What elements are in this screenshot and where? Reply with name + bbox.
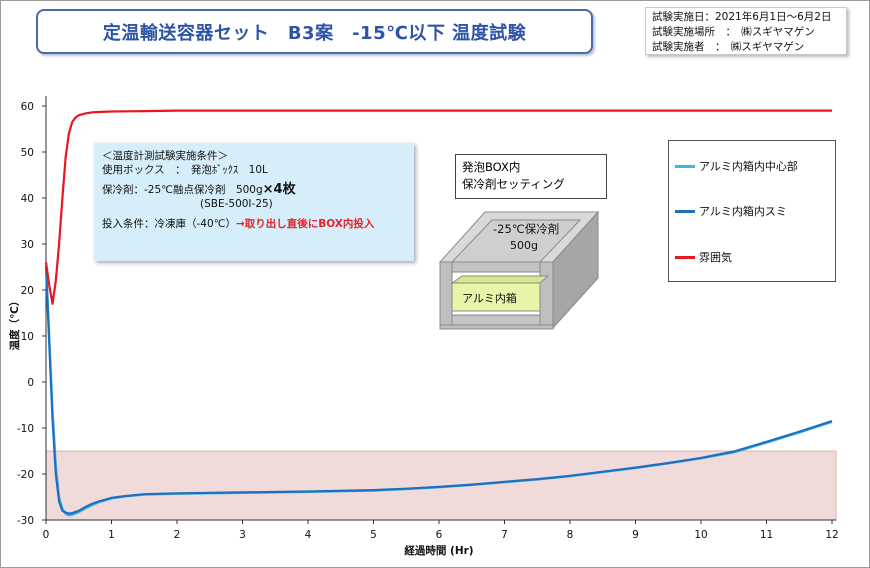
y-tick-label: -10 — [17, 423, 34, 435]
setting-line1: 発泡BOX内 — [462, 160, 521, 174]
x-tick-label: 0 — [43, 529, 50, 541]
legend: アルミ内箱内中心部 アルミ内箱内スミ 雰囲気 — [668, 140, 836, 282]
y-tick-label: -20 — [17, 469, 34, 481]
conditions-coolant-model: (SBE-500I-25) — [200, 198, 273, 210]
legend-swatch-ambient — [675, 255, 695, 259]
x-tick-label: 3 — [239, 529, 246, 541]
conditions-coolant-prefix: 保冷剤：-25℃融点保冷剤 500g — [102, 184, 263, 196]
legend-label-center: アルミ内箱内中心部 — [699, 160, 798, 173]
conditions-input-prefix: 投入条件：冷凍庫（-40℃） — [102, 218, 236, 230]
test-date: 試験実施日：2021年6月1日～6月2日 — [652, 11, 832, 23]
legend-item-corner: アルミ内箱内スミ — [675, 203, 787, 219]
x-tick-label: 6 — [436, 529, 443, 541]
chart-plot: -30-20-1001020304050600 1 2 3 4 5 6 7 8 9 10 11 12経過… — [8, 96, 839, 557]
setting-coolant-label: -25℃保冷剤 — [493, 222, 560, 236]
x-tick-label: 4 — [305, 529, 312, 541]
x-tick-label: 12 — [825, 529, 838, 541]
x-tick-label: 2 — [174, 529, 181, 541]
legend-item-center: アルミ内箱内中心部 — [675, 158, 798, 174]
target-range-band — [45, 450, 837, 521]
conditions-input: 投入条件：冷凍庫（-40℃）→取り出し直後にBOX内投入 — [102, 217, 406, 231]
conditions-coolant: 保冷剤：-25℃融点保冷剤 500g×4枚 — [102, 183, 406, 197]
conditions-heading: ＜温度計測試験実施条件＞ — [102, 150, 228, 162]
legend-swatch-center — [675, 164, 695, 168]
y-tick-label: 40 — [21, 193, 34, 205]
y-tick-label: 50 — [21, 147, 34, 159]
legend-label-ambient: 雰囲気 — [699, 251, 732, 264]
y-tick-label: 30 — [21, 239, 34, 251]
y-tick-label: 0 — [27, 377, 34, 389]
chart-title-box: 定温輸送容器セット B3案 -15℃以下 温度試験 — [36, 9, 593, 54]
chart-title: 定温輸送容器セット B3案 -15℃以下 温度試験 — [102, 22, 527, 44]
setting-inner-box-label: アルミ内箱 — [462, 292, 517, 305]
test-person: 試験実施者 ： ㈱スギヤマゲン — [652, 41, 805, 53]
x-tick-label: 7 — [501, 529, 508, 541]
legend-item-ambient: 雰囲気 — [675, 249, 732, 265]
y-axis-label: 温度（℃） — [8, 296, 21, 351]
test-place: 試験実施場所 ： ㈱スギヤマゲン — [652, 26, 815, 38]
legend-label-corner: アルミ内箱内スミ — [699, 205, 787, 218]
x-tick-label: 8 — [567, 529, 574, 541]
setting-coolant-weight: 500g — [510, 239, 538, 252]
legend-swatch-corner — [675, 209, 695, 213]
x-tick-label: 9 — [632, 529, 639, 541]
x-tick-label: 10 — [694, 529, 707, 541]
y-tick-label: 20 — [21, 285, 34, 297]
conditions-box-type: 使用ボックス ： 発泡ﾎﾞｯｸｽ 10L — [102, 164, 268, 176]
setting-line2: 保冷剤セッティング — [462, 177, 565, 191]
setting-box: 発泡BOX内 保冷剤セッティング — [455, 154, 607, 199]
x-tick-label: 1 — [108, 529, 115, 541]
conditions-box: ＜温度計測試験実施条件＞ 使用ボックス ： 発泡ﾎﾞｯｸｽ 10L 保冷剤：-2… — [94, 143, 414, 261]
x-tick-label: 11 — [760, 529, 773, 541]
y-tick-label: 10 — [21, 331, 34, 343]
x-tick-label: 5 — [370, 529, 377, 541]
test-info-box: 試験実施日：2021年6月1日～6月2日 試験実施場所 ： ㈱スギヤマゲン 試験… — [645, 7, 847, 55]
y-tick-label: 60 — [21, 101, 34, 113]
y-tick-label: -30 — [17, 515, 34, 527]
x-axis-label: 経過時間 (Hr) — [404, 544, 473, 557]
conditions-input-highlight: →取り出し直後にBOX内投入 — [235, 218, 375, 230]
conditions-coolant-count: ×4枚 — [262, 182, 296, 197]
